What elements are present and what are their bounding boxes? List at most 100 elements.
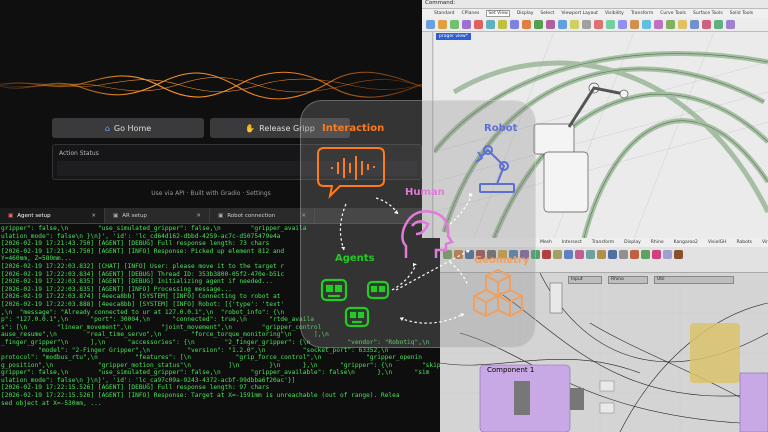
gh-tab-display[interactable]: Display — [624, 240, 641, 245]
rhino-tab-visibility[interactable]: Visibility — [605, 11, 624, 16]
toolbar-tool-icon[interactable] — [570, 20, 579, 29]
gh-tab-visiolgh[interactable]: VisiolGH — [708, 240, 727, 245]
toolbar-tool-icon[interactable] — [582, 20, 591, 29]
go-home-label: Go Home — [113, 123, 152, 133]
toolbar-tool-icon[interactable] — [618, 20, 627, 29]
connector-arrow — [449, 193, 473, 225]
rhino-tab-display[interactable]: Display — [517, 11, 534, 16]
tab-ar-setup[interactable]: ▣ AR setup ✕ — [105, 208, 210, 223]
toolbar-tool-icon[interactable] — [474, 20, 483, 29]
toolbar-tool-icon[interactable] — [558, 20, 567, 29]
gh-component-icon[interactable] — [608, 250, 617, 259]
gh-tab-robots[interactable]: Robots — [737, 240, 752, 245]
tab-label: Robot connection — [227, 212, 276, 219]
rhino-tab-standard[interactable]: Standard — [434, 11, 454, 16]
toolbar-tool-icon[interactable] — [426, 20, 435, 29]
label-human: Human — [405, 187, 445, 198]
gh-tab-virtualrobot[interactable]: VirtualRobot — [762, 240, 768, 245]
log-line: [2026-02-19 17:22:15.526] [AGENT] [INFO]… — [1, 392, 400, 400]
rhino-tab-solid-tools[interactable]: Solid Tools — [730, 11, 753, 16]
gh-tab-rhino[interactable]: Rhino — [651, 240, 664, 245]
close-icon[interactable]: ✕ — [91, 213, 96, 219]
toolbar-tool-icon[interactable] — [510, 20, 519, 29]
viewport-tab[interactable]: prager view* — [436, 33, 471, 40]
toolbar-tool-icon[interactable] — [534, 20, 543, 29]
toolbar-tool-icon[interactable] — [594, 20, 603, 29]
rhino-tab-viewport-layout[interactable]: Viewport Layout — [561, 11, 598, 16]
rhino-tab-surface-tools[interactable]: Surface Tools — [693, 11, 723, 16]
waveform-speech-bubble-icon — [317, 147, 385, 200]
log-line: gripper": false,\n "use_simulated_grippe… — [1, 369, 430, 377]
log-line: protocol": "modbus_rtu",\n "features": [… — [1, 354, 422, 362]
toolbar-tool-icon[interactable] — [690, 20, 699, 29]
gh-component-icon[interactable] — [553, 250, 562, 259]
command-line[interactable]: Command: — [422, 0, 768, 9]
toolbar-tool-icon[interactable] — [714, 20, 723, 29]
tab-label: Agent setup — [17, 212, 51, 219]
gh-component-icon[interactable] — [652, 250, 661, 259]
gh-selector-util[interactable]: Util — [654, 276, 734, 284]
terminal-icon: ▣ — [8, 212, 14, 219]
tab-label: AR setup — [122, 212, 147, 219]
agents-robot-faces-icon — [320, 278, 390, 328]
robot-arm-icon — [475, 145, 515, 193]
rhino-toolbar-tabs: Standard CPlanes Set View Display Select View… — [422, 9, 768, 18]
connector-arrow — [339, 203, 347, 251]
terminal-icon: ▣ — [113, 212, 119, 219]
toolbar-tool-icon[interactable] — [630, 20, 639, 29]
gh-tab-kangaroo2[interactable]: Kangaroo2 — [674, 240, 698, 245]
toolbar-tool-icon[interactable] — [486, 20, 495, 29]
label-geometry: Geometry — [474, 255, 530, 266]
toolbar-tool-icon[interactable] — [678, 20, 687, 29]
close-icon[interactable]: ✕ — [196, 213, 201, 219]
rhino-tab-curve-tools[interactable]: Curve Tools — [660, 11, 686, 16]
toolbar-tool-icon[interactable] — [654, 20, 663, 29]
rhino-tab-set-view[interactable]: Set View — [486, 10, 510, 17]
gh-component-icon[interactable] — [663, 250, 672, 259]
toolbar-tool-icon[interactable] — [450, 20, 459, 29]
gh-selector-rhino[interactable]: Rhino — [608, 276, 648, 284]
gh-tab-intersect[interactable]: Intersect — [562, 240, 582, 245]
connector-arrow — [399, 313, 465, 324]
connector-arrow — [391, 263, 417, 291]
rhino-tab-cplanes[interactable]: CPlanes — [461, 11, 479, 16]
gh-component-icon[interactable] — [674, 250, 683, 259]
gh-component-icon[interactable] — [575, 250, 584, 259]
toolbar-tool-icon[interactable] — [606, 20, 615, 29]
toolbar-tool-icon[interactable] — [642, 20, 651, 29]
terminal-icon: ▣ — [218, 212, 224, 219]
toolbar-tool-icon[interactable] — [522, 20, 531, 29]
go-home-button[interactable]: ⌂ Go Home — [52, 118, 204, 138]
home-icon: ⌂ — [104, 123, 110, 133]
gh-component-icon[interactable] — [542, 250, 551, 259]
concept-diagram — [317, 145, 523, 328]
rhino-tab-transform[interactable]: Transform — [631, 11, 653, 16]
gh-component-icon[interactable] — [586, 250, 595, 259]
log-line: ulation_mode": false\n }\n}', 'id': 'lc_… — [1, 376, 296, 384]
connector-arrow — [375, 197, 399, 215]
tab-agent-setup[interactable]: ▣ Agent setup ✕ — [0, 208, 105, 223]
toolbar-tool-icon[interactable] — [462, 20, 471, 29]
action-status-label: Action Status — [59, 150, 99, 157]
toolbar-tool-icon[interactable] — [498, 20, 507, 29]
toolbar-tool-icon[interactable] — [546, 20, 555, 29]
gh-tab-mesh[interactable]: Mesh — [540, 240, 552, 245]
gh-component-icon[interactable] — [597, 250, 606, 259]
hand-icon: ✋ — [245, 123, 256, 133]
toolbar-tool-icon[interactable] — [702, 20, 711, 29]
gh-selector-input[interactable]: Input — [568, 276, 602, 284]
cubes-icon — [473, 268, 523, 318]
log-line: g_position",\n "gripper_motion_status"\n… — [1, 361, 440, 369]
toolbar-tool-icon[interactable] — [666, 20, 675, 29]
gh-component-icon[interactable] — [564, 250, 573, 259]
toolbar-tool-icon[interactable] — [438, 20, 447, 29]
log-line: [2026-02-19 17:22:15.526] [AGENT] [DEBUG… — [1, 384, 270, 392]
gh-component-icon[interactable] — [641, 250, 650, 259]
gh-component-icon[interactable] — [619, 250, 628, 259]
toolbar-tool-icon[interactable] — [726, 20, 735, 29]
rhino-tab-select[interactable]: Select — [540, 11, 554, 16]
human-head-icon — [401, 210, 454, 258]
gh-tab-transform[interactable]: Transform — [592, 240, 614, 245]
gh-component-icon[interactable] — [630, 250, 639, 259]
label-agents: Agents — [335, 253, 375, 264]
